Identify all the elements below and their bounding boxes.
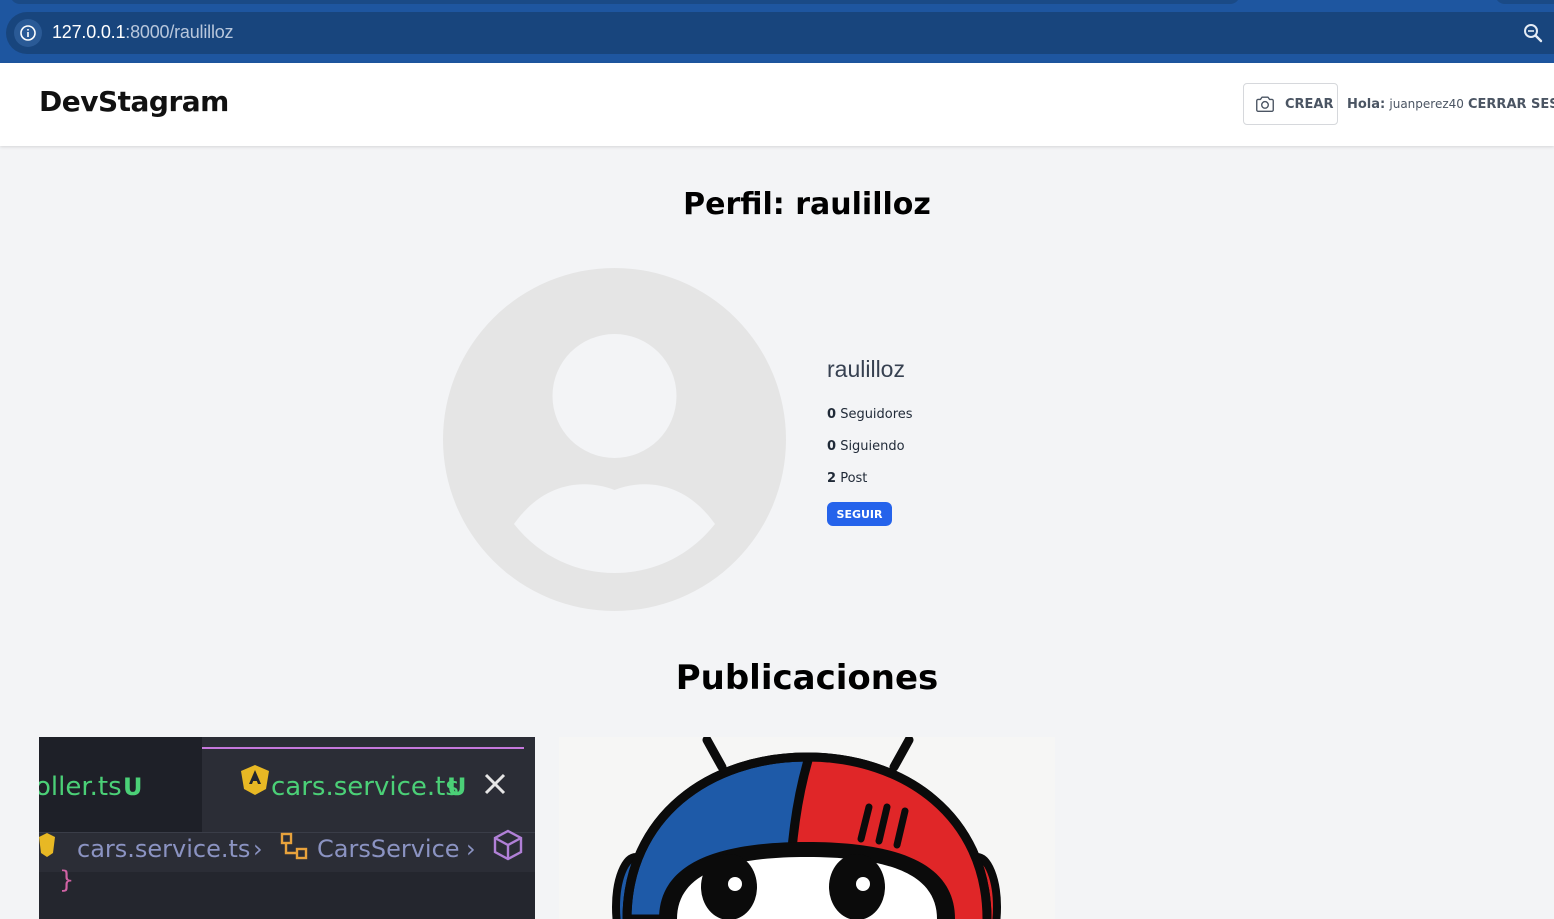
post-thumbnail-2[interactable] <box>559 737 1055 919</box>
code-brace: } <box>59 866 74 894</box>
breadcrumb-separator-2: › <box>466 835 476 863</box>
following-stat: 0 Siguiendo <box>827 439 905 454</box>
address-bar[interactable]: 127.0.0.1:8000/raulilloz <box>6 12 1554 54</box>
url-host: 127.0.0.1 <box>52 22 126 42</box>
breadcrumb-file: cars.service.ts <box>77 835 250 863</box>
editor-tab-1-name: oller.ts <box>39 772 122 802</box>
breadcrumb-separator-1: › <box>253 835 263 863</box>
avatar <box>443 268 786 611</box>
followers-label: Seguidores <box>840 407 913 422</box>
post-image-1: oller.ts U cars.service.ts U cars.servic… <box>39 737 535 919</box>
greeting-prefix: Hola: <box>1347 97 1386 112</box>
profile-username: raulilloz <box>827 356 905 382</box>
active-tab[interactable] <box>10 0 1240 4</box>
url-text[interactable]: 127.0.0.1:8000/raulilloz <box>52 22 234 43</box>
posts-count: 2 <box>827 471 837 486</box>
editor-tab-1-status: U <box>123 773 143 801</box>
create-label: CREAR <box>1285 96 1334 112</box>
browser-chrome: 127.0.0.1:8000/raulilloz <box>0 0 1554 63</box>
site-info-button[interactable] <box>14 19 42 47</box>
posts-label: Post <box>840 471 868 486</box>
logo[interactable]: DevStagram <box>39 85 229 118</box>
posts-section-title: Publicaciones <box>675 658 939 698</box>
app-header: DevStagram CREAR Hola: juanperez40 CERRA… <box>0 63 1554 146</box>
post-thumbnail-1[interactable]: oller.ts U cars.service.ts U cars.servic… <box>39 737 535 919</box>
greeting: Hola: juanperez40 <box>1347 97 1464 112</box>
zoom-icon[interactable] <box>1522 22 1544 44</box>
greeting-user: juanperez40 <box>1389 97 1464 111</box>
create-button[interactable]: CREAR <box>1243 83 1338 125</box>
editor-tab-2-status: U <box>447 773 467 801</box>
url-path: :8000/raulilloz <box>125 22 234 42</box>
following-count: 0 <box>827 439 837 454</box>
tab-strip <box>0 0 1554 12</box>
post-image-2 <box>559 737 1055 919</box>
editor-tab-2-name: cars.service.ts <box>271 772 459 802</box>
camera-icon <box>1256 96 1274 113</box>
inactive-tab[interactable] <box>1495 0 1554 4</box>
follow-button[interactable]: SEGUIR <box>827 502 892 526</box>
profile-info: raulilloz 0 Seguidores 0 Siguiendo 2 Pos… <box>827 356 913 526</box>
followers-stat: 0 Seguidores <box>827 407 913 422</box>
info-icon <box>20 25 36 41</box>
posts-stat: 2 Post <box>827 471 867 486</box>
page-title: Perfil: raulilloz <box>683 187 931 222</box>
followers-count: 0 <box>827 407 837 422</box>
breadcrumb-class: CarsService <box>317 835 460 863</box>
logout-button[interactable]: CERRAR SESI <box>1468 97 1554 112</box>
following-label: Siguiendo <box>840 439 905 454</box>
